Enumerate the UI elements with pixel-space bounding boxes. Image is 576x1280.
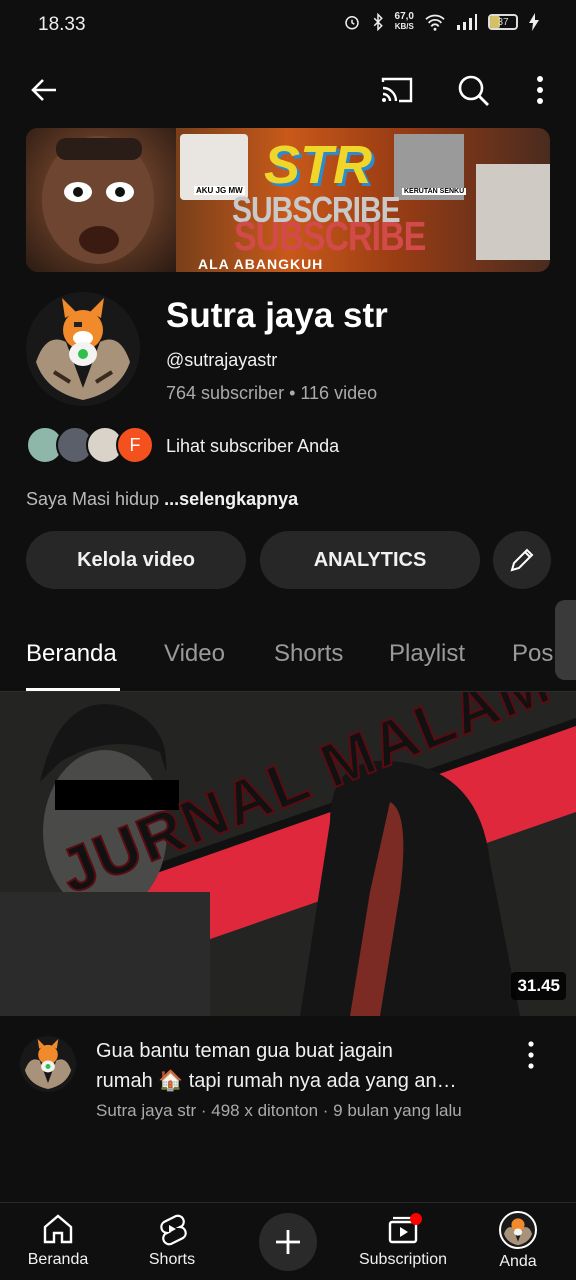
channel-avatar[interactable] (26, 292, 140, 406)
tab-shorts[interactable]: Shorts (274, 640, 343, 668)
search-icon[interactable] (454, 72, 492, 108)
description-more-link[interactable]: ...selengkapnya (164, 489, 298, 509)
nav-home-label: Beranda (27, 1251, 89, 1268)
charging-icon (529, 13, 539, 31)
banner-screaming-cat-image (476, 164, 550, 260)
battery-level: 37 (497, 16, 509, 28)
create-button[interactable] (259, 1213, 317, 1271)
nav-subscriptions[interactable]: Subscription (348, 1211, 458, 1269)
analytics-button[interactable]: ANALYTICS (260, 531, 480, 589)
channel-name: Sutra jaya str (166, 296, 388, 335)
back-icon[interactable] (26, 72, 62, 108)
video-title-line-2: rumah 🏠 tapi rumah nya ada yang an… (96, 1070, 457, 1092)
nav-you-label: Anda (499, 1253, 537, 1270)
nav-shorts[interactable]: Shorts (117, 1211, 227, 1269)
view-subscribers-link[interactable]: Lihat subscriber Anda (166, 436, 339, 457)
banner-text-subscribe-red: SUBSCRIBE (234, 214, 426, 260)
home-icon (43, 1214, 73, 1244)
subscriber-avatar-4: F (116, 426, 154, 464)
channel-banner[interactable]: AKU JG MW STR KERUTAN SENKU SUBSCRIBE SU… (26, 128, 550, 272)
channel-stats: 764 subscriber • 116 video (166, 383, 378, 403)
status-bar: 18.33 67,0 KB/S 37 (0, 0, 576, 52)
cast-icon[interactable] (378, 72, 416, 108)
fox-logo-small-icon (24, 1038, 72, 1090)
pencil-icon (510, 548, 534, 572)
tab-posts[interactable]: Pos (512, 640, 553, 668)
nav-you[interactable]: Anda (463, 1211, 573, 1271)
nav-subscriptions-label: Subscription (358, 1251, 448, 1268)
edit-channel-button[interactable] (493, 531, 551, 589)
nav-shorts-label: Shorts (148, 1251, 196, 1268)
bottom-navigation: Beranda Shorts Subscription Anda (0, 1202, 576, 1280)
battery-indicator: 37 (488, 14, 518, 30)
banner-text-ala: ALA ABANGKUH (198, 256, 324, 272)
shorts-icon (160, 1214, 187, 1246)
manage-videos-button[interactable]: Kelola video (26, 531, 246, 589)
banner-face-image (26, 128, 176, 272)
video-title-line-1: Gua bantu teman gua buat jagain (96, 1040, 393, 1062)
wifi-icon (425, 14, 445, 31)
status-icons: 67,0 KB/S 37 (343, 12, 540, 32)
video-channel-avatar[interactable] (20, 1036, 76, 1092)
description-text: Saya Masi hidup (26, 489, 165, 509)
video-meta: Sutra jaya str · 498 x ditonton · 9 bula… (96, 1101, 462, 1120)
banner-text-kerutan: KERUTAN SENKU (402, 188, 467, 195)
recent-subscribers[interactable]: F Lihat subscriber Anda (26, 426, 546, 466)
subscriber-initial: F (129, 434, 141, 455)
video-more-options-icon[interactable] (518, 1038, 544, 1072)
video-duration: 31.45 (511, 972, 566, 1000)
top-app-bar (0, 60, 576, 120)
tab-video[interactable]: Video (164, 640, 225, 668)
tab-playlist[interactable]: Playlist (389, 640, 465, 668)
active-tab-indicator (26, 688, 120, 691)
video-title[interactable]: Gua bantu teman gua buat jagain rumah 🏠 … (96, 1036, 506, 1096)
video-thumbnail[interactable]: JURNAL MALAM 31.45 (0, 692, 576, 1016)
banner-text-str: STR (264, 135, 372, 195)
nav-home[interactable]: Beranda (3, 1211, 113, 1269)
fox-logo-tiny-icon (503, 1218, 533, 1246)
more-vertical-icon[interactable] (524, 72, 556, 108)
network-speed-unit: KB/S (394, 22, 414, 31)
notification-dot (410, 1213, 422, 1225)
status-time: 18.33 (38, 14, 86, 35)
network-speed-value: 67,0 (394, 11, 414, 22)
tab-beranda[interactable]: Beranda (26, 640, 117, 668)
channel-tabs: Beranda Video Shorts Playlist Pos (0, 626, 576, 692)
alarm-icon (344, 16, 359, 30)
bluetooth-icon (373, 13, 383, 31)
channel-handle: @sutrajayastr (166, 350, 278, 370)
plus-icon (276, 1230, 300, 1254)
banner-face-drawing (42, 136, 154, 264)
fox-logo-icon (36, 298, 130, 400)
network-speed: 67,0 KB/S (395, 12, 414, 32)
channel-description[interactable]: Saya Masi hidup ...selengkapnya (26, 489, 298, 510)
signal-icon (457, 14, 477, 30)
profile-avatar (499, 1211, 537, 1249)
